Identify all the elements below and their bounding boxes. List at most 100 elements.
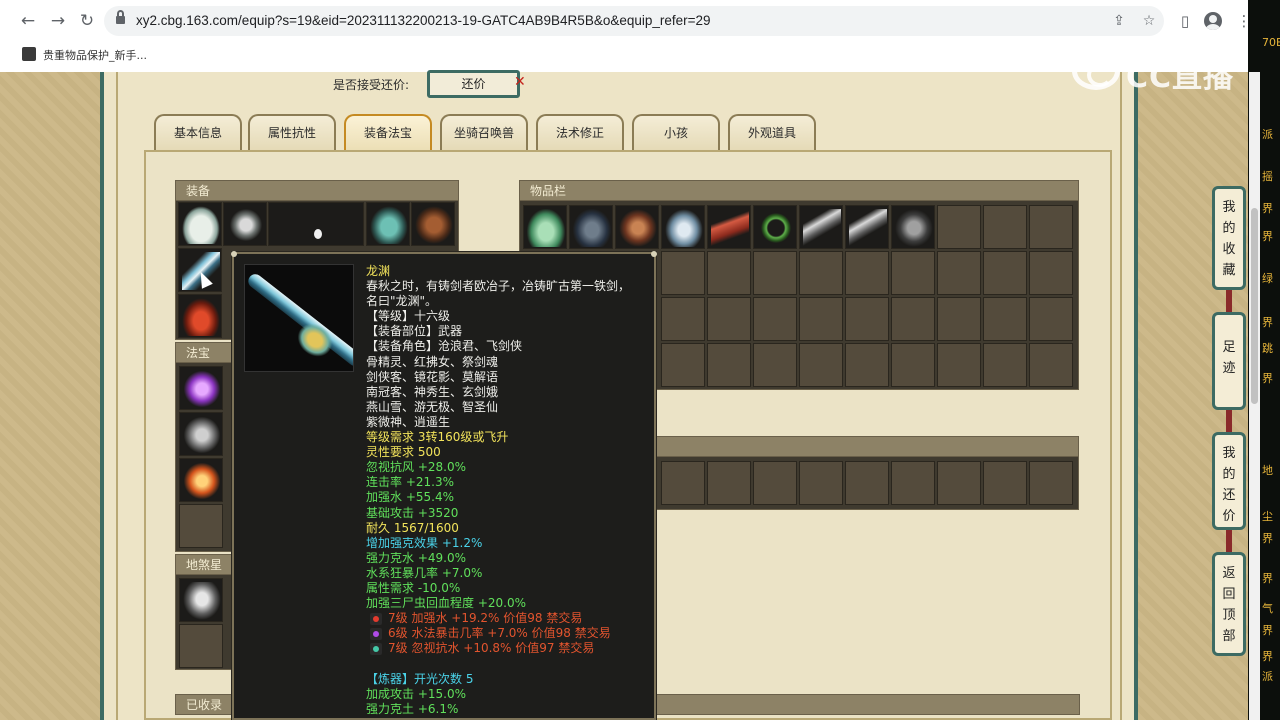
treasure-slot[interactable] (179, 366, 223, 410)
inventory-slot[interactable] (707, 205, 751, 249)
address-bar[interactable]: xy2.cbg.163.com/equip?s=19&eid=202311132… (104, 6, 1164, 36)
warehouse-slot-empty[interactable] (799, 461, 843, 505)
warehouse-slot-empty[interactable] (1029, 461, 1073, 505)
inventory-slot-empty[interactable] (707, 297, 751, 341)
lock-icon[interactable] (116, 10, 125, 26)
pearl-icon (314, 229, 322, 239)
warehouse-slot-empty[interactable] (891, 461, 935, 505)
inventory-slot[interactable] (615, 205, 659, 249)
inventory-slot-empty[interactable] (891, 343, 935, 387)
strip-text: 摇 (1262, 170, 1273, 183)
equipment-slot[interactable] (223, 202, 267, 246)
equipment-slot[interactable] (178, 294, 222, 338)
inventory-slot-empty[interactable] (1029, 343, 1073, 387)
tab-spell-mods[interactable]: 法术修正 (536, 114, 624, 150)
inventory-slot-empty[interactable] (845, 251, 889, 295)
inventory-slot-empty[interactable] (937, 343, 981, 387)
inventory-slot-empty[interactable] (707, 251, 751, 295)
inventory-slot[interactable] (753, 205, 797, 249)
inventory-slot-empty[interactable] (983, 343, 1027, 387)
inventory-slot-empty[interactable] (799, 343, 843, 387)
inventory-slot-empty[interactable] (891, 297, 935, 341)
inventory-slot-empty[interactable] (1029, 251, 1073, 295)
inventory-slot-empty[interactable] (983, 205, 1027, 249)
inventory-slot-empty[interactable] (707, 343, 751, 387)
treasure-slot-empty[interactable] (179, 504, 223, 548)
scrollbar-thumb[interactable] (1251, 208, 1258, 404)
inventory-slot-empty[interactable] (937, 297, 981, 341)
item-roles: 【装备角色】沧浪君、飞剑侠 (366, 339, 523, 354)
tab-equipment[interactable]: 装备法宝 (344, 114, 432, 150)
bookmark-favicon-icon[interactable] (22, 47, 36, 61)
inventory-slot-empty[interactable] (937, 251, 981, 295)
url-text[interactable]: xy2.cbg.163.com/equip?s=19&eid=202311132… (136, 13, 711, 28)
inventory-slot[interactable] (845, 205, 889, 249)
reload-icon[interactable]: ↻ (77, 11, 97, 31)
tab-attributes[interactable]: 属性抗性 (248, 114, 336, 150)
back-arrow-icon[interactable]: ← (18, 11, 38, 31)
bookmark-item[interactable]: 贵重物品保护_新手... (43, 47, 147, 63)
inventory-slot-empty[interactable] (983, 251, 1027, 295)
equipment-slot[interactable] (178, 202, 222, 246)
watermark-text: CC直播 (1126, 60, 1235, 95)
tab-basic-info[interactable]: 基本信息 (154, 114, 242, 150)
sidenav-favorites[interactable]: 我 的 收 藏 (1212, 186, 1246, 290)
equipment-slot[interactable] (366, 202, 410, 246)
inventory-slot-empty[interactable] (799, 251, 843, 295)
profile-icon[interactable] (1204, 12, 1222, 30)
red-blade-icon (711, 209, 749, 247)
inventory-slot-empty[interactable] (1029, 297, 1073, 341)
warehouse-slot-empty[interactable] (661, 461, 705, 505)
inventory-slot[interactable] (569, 205, 613, 249)
purple-gem-icon (370, 628, 382, 641)
inventory-slot-empty[interactable] (845, 297, 889, 341)
strip-text: 界 (1262, 202, 1273, 215)
tab-mounts-pets[interactable]: 坐骑召唤兽 (440, 114, 528, 150)
warehouse-slot-empty[interactable] (983, 461, 1027, 505)
inventory-slot-empty[interactable] (661, 251, 705, 295)
treasure-purple-icon (183, 370, 221, 408)
sidenav-back-to-top[interactable]: 返 回 顶 部 (1212, 552, 1246, 656)
inventory-slot-empty[interactable] (753, 297, 797, 341)
earth-star-slot-empty[interactable] (179, 624, 223, 668)
inventory-slot-empty[interactable] (891, 251, 935, 295)
inventory-slot[interactable] (891, 205, 935, 249)
strip-text: 地 (1262, 464, 1273, 477)
inventory-slot-empty[interactable] (661, 343, 705, 387)
treasure-slot[interactable] (179, 412, 223, 456)
close-icon[interactable]: ✕ (514, 74, 526, 90)
warehouse-slot-empty[interactable] (937, 461, 981, 505)
warehouse-slot-empty[interactable] (845, 461, 889, 505)
equipment-slot[interactable] (411, 202, 455, 246)
share-icon[interactable]: ⇪ (1110, 12, 1128, 30)
inventory-slot-empty[interactable] (799, 297, 843, 341)
tab-children[interactable]: 小孩 (632, 114, 720, 150)
inventory-slot-empty[interactable] (753, 251, 797, 295)
red-gem-icon (370, 613, 382, 626)
counter-offer-button[interactable]: 还价 (427, 70, 520, 98)
warehouse-slot-empty[interactable] (707, 461, 751, 505)
item-roles: 剑侠客、镜花影、莫解语 (366, 369, 499, 384)
collected-panel-title-right (652, 694, 1080, 715)
tooltip-text: 龙渊 春秋之时，有铸剑者欧冶子，冶铸旷古第一铁剑， 名曰"龙渊"。 【等级】十六… (366, 264, 648, 717)
cc-logo-icon (1072, 52, 1120, 90)
browser-chrome: ← → ↻ xy2.cbg.163.com/equip?s=19&eid=202… (0, 0, 1262, 72)
inventory-slot[interactable] (523, 205, 567, 249)
inventory-slot-empty[interactable] (1029, 205, 1073, 249)
treasure-slot[interactable] (179, 458, 223, 502)
sidenav-my-offers[interactable]: 我 的 还 价 (1212, 432, 1246, 530)
star-icon[interactable]: ☆ (1140, 12, 1158, 30)
sidenav-history[interactable]: 足 迹 (1212, 312, 1246, 410)
inventory-slot-empty[interactable] (753, 343, 797, 387)
inventory-slot-empty[interactable] (937, 205, 981, 249)
warehouse-slot-empty[interactable] (753, 461, 797, 505)
forward-arrow-icon[interactable]: → (48, 11, 68, 31)
inventory-slot[interactable] (799, 205, 843, 249)
inventory-slot-empty[interactable] (845, 343, 889, 387)
inventory-slot-empty[interactable] (983, 297, 1027, 341)
earth-star-slot[interactable] (179, 578, 223, 622)
sidebar-icon[interactable]: ▯ (1175, 11, 1195, 31)
inventory-slot-empty[interactable] (661, 297, 705, 341)
inventory-slot[interactable] (661, 205, 705, 249)
tab-appearance[interactable]: 外观道具 (728, 114, 816, 150)
